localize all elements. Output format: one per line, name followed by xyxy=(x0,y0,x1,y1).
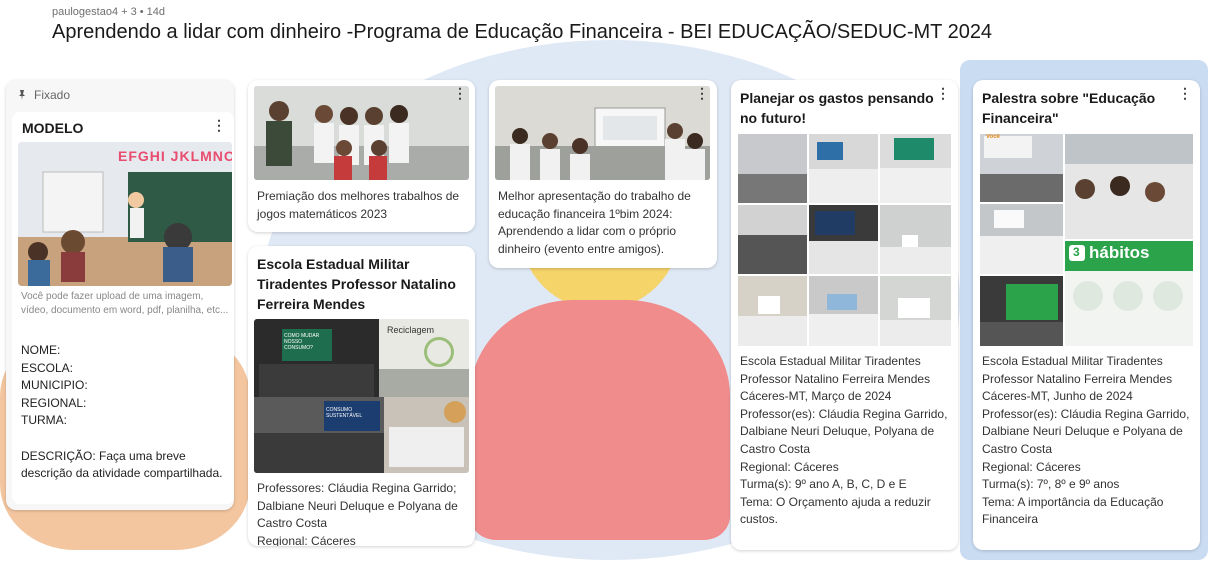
post-card-palestra[interactable]: Palestra sobre "Educação Financeira" ⋮ V… xyxy=(973,80,1200,550)
pin-icon xyxy=(19,90,25,100)
students-row xyxy=(379,369,469,397)
escola-collage[interactable]: COMO MUDAR NOSSO CONSUMO? Reciclagem CON… xyxy=(254,319,469,473)
collage-slide-habitos: 3 hábitos xyxy=(1065,241,1193,346)
palestra-text: Escola Estadual Militar Tiradentes Profe… xyxy=(982,354,1190,527)
slide-text-reciclagem: Reciclagem xyxy=(387,325,435,335)
classroom-presentation-image xyxy=(495,86,710,180)
alphabet-banner: EFGHI JKLMNOP xyxy=(118,148,232,164)
slide-text-consumo: COMO MUDAR NOSSO CONSUMO? xyxy=(284,333,320,351)
students-row xyxy=(254,433,384,473)
post-card-apresentacao[interactable]: ⋮ Melhor apresentação do trabalho de edu… xyxy=(489,80,717,268)
pinned-label: Fixado xyxy=(34,88,71,102)
students-row xyxy=(389,427,464,467)
grid-photo-7 xyxy=(738,276,807,346)
planejar-text: Escola Estadual Militar Tiradentes Profe… xyxy=(740,354,948,527)
grid-photo-6 xyxy=(880,205,951,274)
premiacao-caption: Premiação dos melhores trabalhos de jogo… xyxy=(257,189,460,221)
grid-photo-3 xyxy=(880,134,951,203)
collage-photo-classroom xyxy=(980,204,1063,274)
habitos-banner-word: hábitos xyxy=(1089,243,1150,262)
background-piggy-bank xyxy=(470,300,730,540)
recycle-icon xyxy=(424,337,454,367)
post-card-planejar[interactable]: Planejar os gastos pensando no futuro! ⋮… xyxy=(731,80,958,550)
planejar-photo-grid[interactable] xyxy=(738,134,951,346)
grid-photo-8 xyxy=(809,276,878,346)
grid-photo-4 xyxy=(738,205,807,274)
collage-photo-slide-green xyxy=(980,276,1063,346)
slide-text-sustentavel: CONSUMO SUSTENTÁVEL xyxy=(326,407,363,419)
grid-photo-9 xyxy=(880,276,951,346)
dog-photo xyxy=(444,401,466,423)
collage-slide-sustentavel: CONSUMO SUSTENTÁVEL xyxy=(254,397,384,473)
habitos-logo-number: 3 xyxy=(1073,245,1080,259)
post-card-escola-militar[interactable]: Escola Estadual Militar Tiradentes Profe… xyxy=(248,246,475,546)
planejar-title: Planejar os gastos pensando no futuro! xyxy=(740,90,934,126)
collage-photo-audience xyxy=(1065,134,1193,239)
escola-title: Escola Estadual Militar Tiradentes Profe… xyxy=(257,256,456,312)
grid-photo-5 xyxy=(809,205,878,274)
collage-photo-screen: Você xyxy=(980,134,1063,202)
page-title: Aprendendo a lidar com dinheiro -Program… xyxy=(52,21,993,43)
upload-hint: Você pode fazer upload de uma imagem, ví… xyxy=(21,291,229,316)
students-row xyxy=(259,364,374,397)
pinned-header: Fixado xyxy=(6,80,234,110)
palestra-collage[interactable]: Você 3 hábitos xyxy=(980,134,1193,346)
collage-slide-consumo: COMO MUDAR NOSSO CONSUMO? xyxy=(254,319,379,397)
modelo-card[interactable]: MODELO ⋮ EFGHI JKLMNOP Você pode fazer u… xyxy=(12,112,234,504)
pinned-column: Fixado MODELO ⋮ EFGHI JKLMNOP Você pode … xyxy=(6,80,234,510)
grid-photo-1 xyxy=(738,134,807,203)
template-fields: NOME: ESCOLA: MUNICIPIO: REGIONAL: TURMA… xyxy=(21,343,223,481)
post-card-premiacao[interactable]: ⋮ Premiação dos melhores trabalhos de jo… xyxy=(248,80,475,232)
grid-photo-2 xyxy=(809,134,878,203)
group-photo-image xyxy=(254,86,469,180)
card-menu-icon[interactable]: ⋮ xyxy=(1178,86,1192,100)
modelo-title: MODELO xyxy=(22,120,84,136)
collage-slide-reciclagem: Reciclagem xyxy=(379,319,469,397)
card-menu-icon[interactable]: ⋮ xyxy=(695,86,709,100)
palestra-title: Palestra sobre "Educação Financeira" xyxy=(982,90,1156,126)
card-menu-icon[interactable]: ⋮ xyxy=(212,118,226,132)
escola-text: Professores: Cláudia Regina Garrido; Dal… xyxy=(257,481,458,546)
premiacao-photo[interactable] xyxy=(254,86,469,180)
card-menu-icon[interactable]: ⋮ xyxy=(936,86,950,100)
apresentacao-photo[interactable] xyxy=(495,86,710,180)
collage-photo-group xyxy=(384,397,469,473)
post-meta: paulogestao4 + 3 • 14d xyxy=(52,6,166,18)
apresentacao-caption: Melhor apresentação do trabalho de educa… xyxy=(498,189,691,256)
classroom-image[interactable]: EFGHI JKLMNOP xyxy=(18,142,232,286)
card-menu-icon[interactable]: ⋮ xyxy=(453,86,467,100)
screen-label: Você xyxy=(986,134,1000,140)
